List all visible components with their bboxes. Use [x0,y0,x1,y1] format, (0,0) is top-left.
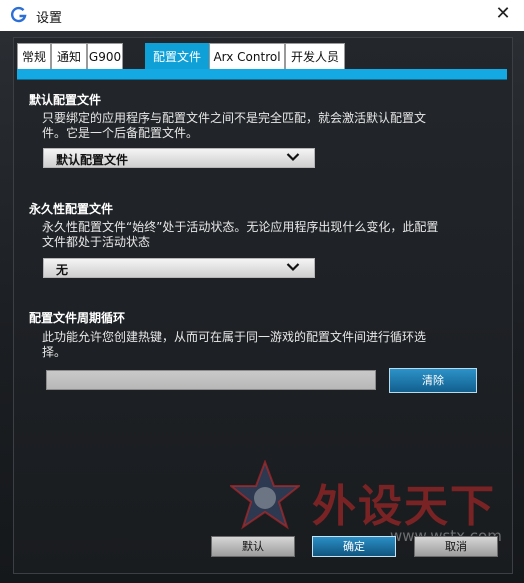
close-icon[interactable]: ✕ [494,5,512,23]
tab-developers[interactable]: 开发人员 [285,43,345,69]
cancel-button[interactable]: 取消 [414,536,498,557]
watermark-text: 外设天下 [312,481,496,532]
hotkey-input[interactable] [46,370,376,390]
default-profile-description-line: 只要绑定的应用程序与配置文件之间不是完全匹配，就会激活默认配置文 [42,111,427,125]
default-profile-description: 只要绑定的应用程序与配置文件之间不是完全匹配，就会激活默认配置文 件。它是一个后… [42,111,482,141]
persistent-profile-title: 永久性配置文件 [29,202,114,216]
profile-cycling-description-line: 此功能允许您创建热键，从而可在属于同一游戏的配置文件间进行循环选 [42,330,427,344]
ok-button[interactable]: 确定 [312,536,396,557]
profile-cycling-description-line: 择。 [42,345,67,359]
logitech-g-logo-icon [10,6,27,23]
profile-cycling-description: 此功能允许您创建热键，从而可在属于同一游戏的配置文件间进行循环选 择。 [42,330,482,360]
window-title: 设置 [36,11,63,26]
clear-button[interactable]: 清除 [389,368,477,393]
tab-content-strip [17,69,507,80]
tab-general[interactable]: 常规 [17,43,51,69]
default-profile-selected: 默认配置文件 [56,153,129,167]
watermark-star-logo-icon [230,460,300,530]
chevron-down-icon [286,263,300,272]
title-bar: 设置 ✕ [0,0,524,32]
chevron-down-icon [286,153,300,162]
tab-profiles[interactable]: 配置文件 [145,43,209,69]
default-profile-title: 默认配置文件 [29,93,102,107]
persistent-profile-selected: 无 [56,263,69,277]
default-button[interactable]: 默认 [211,536,295,557]
persistent-profile-dropdown[interactable]: 无 [43,258,315,278]
profile-cycling-title: 配置文件周期循环 [29,311,126,325]
tab-arx-control[interactable]: Arx Control [209,43,285,69]
persistent-profile-description-line: 永久性配置文件“始终”处于活动状态。无论应用程序出现什么变化，此配置 [42,220,439,234]
persistent-profile-description: 永久性配置文件“始终”处于活动状态。无论应用程序出现什么变化，此配置 文件都处于… [42,220,482,250]
persistent-profile-description-line: 文件都处于活动状态 [42,235,151,249]
tab-notifications[interactable]: 通知 [51,43,87,69]
default-profile-description-line: 件。它是一个后备配置文件。 [42,126,199,140]
tab-g900[interactable]: G900 [87,43,123,69]
default-profile-dropdown[interactable]: 默认配置文件 [43,148,315,168]
